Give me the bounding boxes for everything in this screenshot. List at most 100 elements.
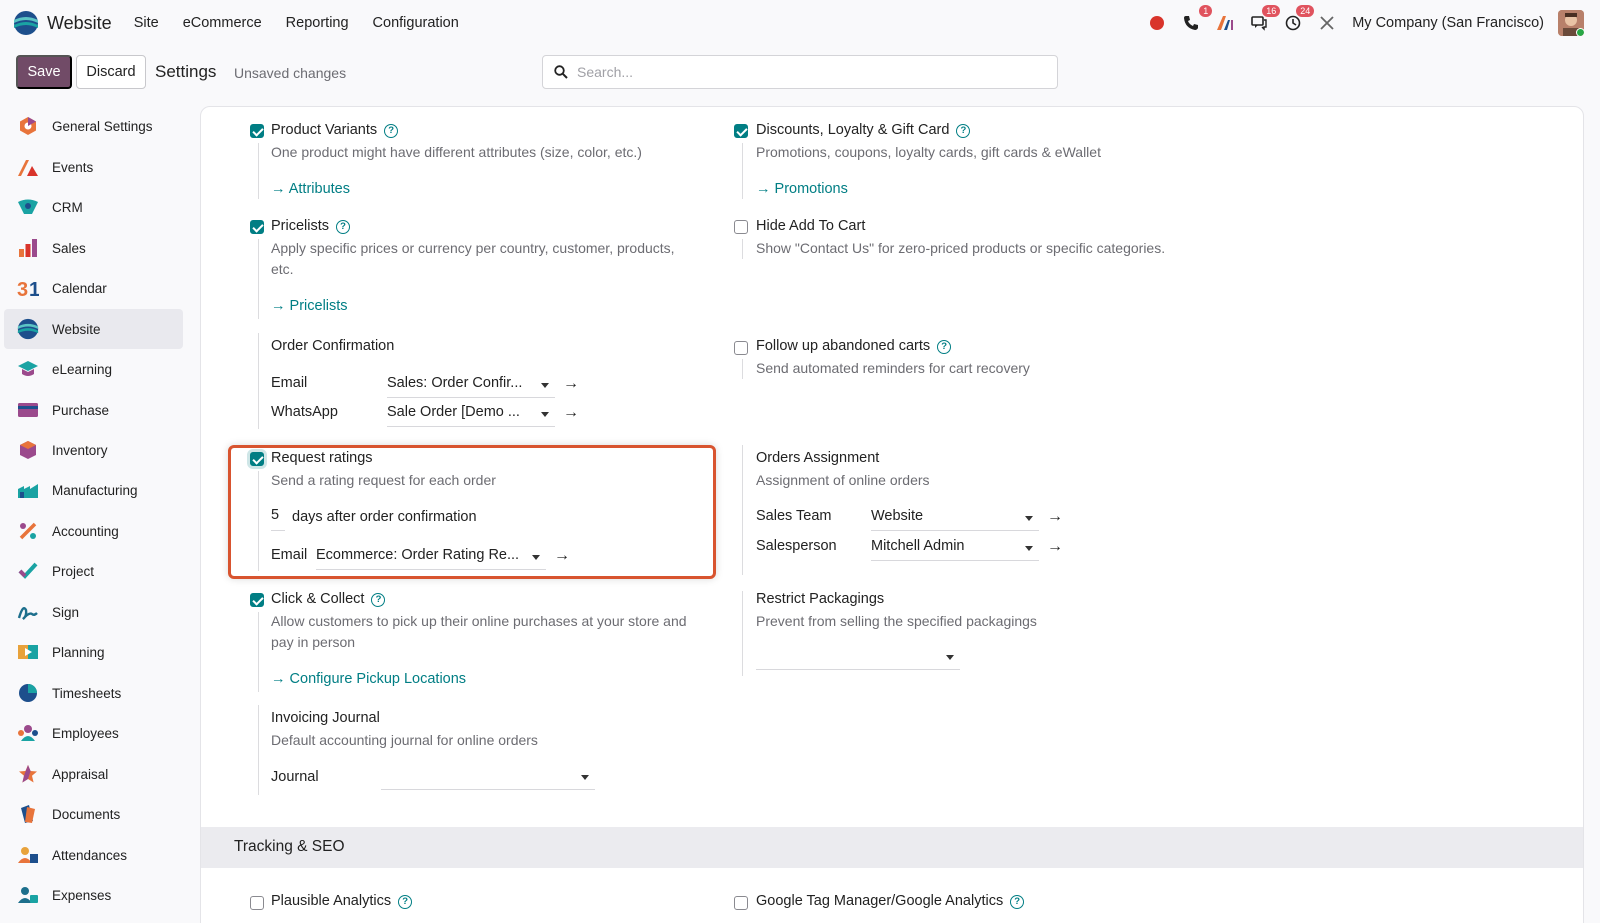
company-switcher[interactable]: My Company (San Francisco) xyxy=(1352,15,1544,31)
attendances-icon xyxy=(17,844,39,866)
menu-site[interactable]: Site xyxy=(134,15,159,31)
follow-up-carts-desc: Send automated reminders for cart recove… xyxy=(756,360,1030,376)
sidebar-item-accounting[interactable]: Accounting xyxy=(4,511,183,551)
order-confirmation-whatsapp-label: WhatsApp xyxy=(271,404,338,420)
search-icon xyxy=(554,65,568,79)
menu-ecommerce[interactable]: eCommerce xyxy=(183,15,262,31)
tools-icon[interactable] xyxy=(1318,14,1336,32)
request-ratings-desc: Send a rating request for each order xyxy=(271,472,496,488)
discard-button[interactable]: Discard xyxy=(76,55,146,89)
activity-clock-icon[interactable]: 24 xyxy=(1284,5,1315,32)
sidebar-item-sales[interactable]: Sales xyxy=(4,228,183,268)
sidebar-item-events[interactable]: Events xyxy=(4,147,183,187)
sidebar-item-planning[interactable]: Planning xyxy=(4,632,183,672)
google-tag-manager-checkbox[interactable] xyxy=(734,896,748,910)
restrict-packagings-title: Restrict Packagings xyxy=(756,591,885,607)
chat-icon[interactable]: 16 xyxy=(1250,5,1281,32)
sidebar-item-general-settings[interactable]: General Settings xyxy=(4,106,183,146)
record-icon[interactable] xyxy=(1148,14,1166,32)
manufacturing-icon xyxy=(17,479,39,501)
chevron-down-icon xyxy=(1025,546,1033,551)
plausible-analytics-checkbox[interactable] xyxy=(250,896,264,910)
svg-text:3: 3 xyxy=(17,279,28,298)
search-bar[interactable] xyxy=(542,55,1058,89)
sidebar-item-employees[interactable]: Employees xyxy=(4,713,183,753)
rating-days-label: days after order confirmation xyxy=(292,509,477,525)
purchase-icon xyxy=(17,399,39,421)
order-confirmation-email-select[interactable]: Sales: Order Confir... xyxy=(387,372,555,398)
restrict-packagings-select[interactable] xyxy=(756,644,960,670)
settings-main: Product Variants? One product might have… xyxy=(200,98,1600,923)
open-email-template-arrow-icon[interactable]: → xyxy=(563,375,579,393)
website-icon xyxy=(17,318,39,340)
help-icon[interactable]: ? xyxy=(398,895,413,909)
product-variants-checkbox[interactable] xyxy=(250,124,264,138)
user-avatar[interactable] xyxy=(1558,10,1584,36)
invoicing-journal-desc: Default accounting journal for online or… xyxy=(271,732,538,748)
sidebar-item-website[interactable]: Website xyxy=(4,309,183,349)
help-icon[interactable]: ? xyxy=(937,340,952,354)
settings-sheet: Product Variants? One product might have… xyxy=(200,106,1584,923)
click-collect-checkbox[interactable] xyxy=(250,593,264,607)
help-icon[interactable]: ? xyxy=(384,124,399,138)
help-icon[interactable]: ? xyxy=(336,220,351,234)
open-whatsapp-template-arrow-icon[interactable]: → xyxy=(563,404,579,422)
app-brand[interactable]: Website xyxy=(13,10,112,36)
hide-add-to-cart-checkbox[interactable] xyxy=(734,220,748,234)
rating-email-select[interactable]: Ecommerce: Order Rating Re... xyxy=(316,544,546,570)
order-confirmation-email-label: Email xyxy=(271,375,308,391)
journal-select[interactable] xyxy=(381,764,595,790)
control-panel: Save Discard Settings Unsaved changes xyxy=(0,46,1600,98)
sidebar-item-appraisal[interactable]: Appraisal xyxy=(4,754,183,794)
sidebar-item-sign[interactable]: Sign xyxy=(4,592,183,632)
save-button[interactable]: Save xyxy=(16,55,72,89)
sidebar-item-purchase[interactable]: Purchase xyxy=(4,390,183,430)
divider xyxy=(258,612,259,692)
svg-text:1: 1 xyxy=(29,279,39,298)
discounts-checkbox[interactable] xyxy=(734,124,748,138)
sidebar-item-elearning[interactable]: eLearning xyxy=(4,349,183,389)
sign-icon xyxy=(17,601,39,623)
sidebar-item-manufacturing[interactable]: Manufacturing xyxy=(4,470,183,510)
rating-days-input[interactable]: 5 xyxy=(271,507,285,531)
ai-icon[interactable] xyxy=(1216,14,1234,32)
sales-team-select[interactable]: Website xyxy=(871,505,1039,531)
promotions-link[interactable]: → Promotions xyxy=(756,181,848,197)
sidebar-item-calendar[interactable]: 31 Calendar xyxy=(4,268,183,308)
divider xyxy=(742,239,743,259)
top-navbar: Website Site eCommerce Reporting Configu… xyxy=(0,0,1600,46)
attributes-link[interactable]: → Attributes xyxy=(271,181,350,197)
request-ratings-checkbox[interactable] xyxy=(250,452,264,466)
tracking-seo-section-header: Tracking & SEO xyxy=(201,827,1583,868)
divider xyxy=(258,333,259,429)
sidebar-item-project[interactable]: Project xyxy=(4,551,183,591)
divider xyxy=(742,591,743,676)
sidebar-item-attendances[interactable]: Attendances xyxy=(4,835,183,875)
employees-icon xyxy=(17,722,39,744)
open-sales-team-arrow-icon[interactable]: → xyxy=(1047,508,1063,526)
help-icon[interactable]: ? xyxy=(1010,895,1025,909)
open-salesperson-arrow-icon[interactable]: → xyxy=(1047,538,1063,556)
menu-reporting[interactable]: Reporting xyxy=(286,15,349,31)
order-confirmation-whatsapp-select[interactable]: Sale Order [Demo ... xyxy=(387,401,555,427)
menu-configuration[interactable]: Configuration xyxy=(373,15,459,31)
pricelists-checkbox[interactable] xyxy=(250,220,264,234)
sidebar-item-documents[interactable]: Documents xyxy=(4,794,183,834)
phone-icon[interactable]: 1 xyxy=(1182,5,1213,32)
divider xyxy=(258,471,259,571)
configure-pickup-locations-link[interactable]: → Configure Pickup Locations xyxy=(271,671,466,687)
discounts-title: Discounts, Loyalty & Gift Card? xyxy=(756,122,971,138)
follow-up-carts-checkbox[interactable] xyxy=(734,341,748,355)
pricelists-link[interactable]: → Pricelists xyxy=(271,298,348,314)
sidebar-item-inventory[interactable]: Inventory xyxy=(4,430,183,470)
documents-icon xyxy=(17,803,39,825)
help-icon[interactable]: ? xyxy=(371,593,386,607)
sidebar-item-timesheets[interactable]: Timesheets xyxy=(4,673,183,713)
planning-icon xyxy=(17,641,39,663)
sidebar-item-expenses[interactable]: Expenses xyxy=(4,875,183,915)
sidebar-item-crm[interactable]: CRM xyxy=(4,187,183,227)
help-icon[interactable]: ? xyxy=(956,124,971,138)
salesperson-select[interactable]: Mitchell Admin xyxy=(871,535,1039,561)
open-rating-template-arrow-icon[interactable]: → xyxy=(554,547,570,565)
search-input[interactable] xyxy=(577,64,1037,80)
